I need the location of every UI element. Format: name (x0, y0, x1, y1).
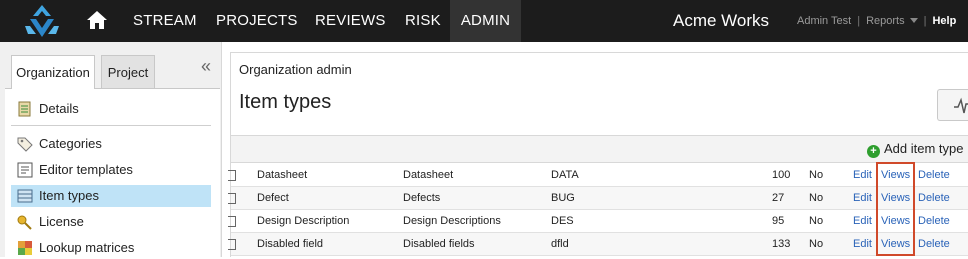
main-content: Organization admin Item types + Add item … (228, 52, 968, 257)
brand-name: Acme Works (673, 11, 770, 30)
sidebar-item-license[interactable]: License (11, 211, 211, 233)
cell-flag: No (809, 215, 824, 227)
table-row: Datasheet Datasheet DATA 100 No Edit Vie… (228, 164, 968, 187)
delete-link[interactable]: Delete (918, 187, 950, 210)
details-icon (18, 101, 31, 117)
cell-count: 95 (772, 215, 785, 227)
cell-key: BUG (551, 192, 575, 204)
sidebar-item-lookup-matrices[interactable]: Lookup matrices (11, 237, 211, 259)
cell-plural: Datasheet (403, 169, 454, 181)
breadcrumb[interactable]: Organization admin (239, 62, 352, 77)
tag-icon (17, 137, 33, 152)
tab-organization[interactable]: Organization (11, 55, 95, 89)
table-row: Design Description Design Descriptions D… (228, 210, 968, 233)
views-link[interactable]: Views (881, 210, 910, 233)
user-links: Admin Test | Reports | Help (797, 15, 957, 27)
views-link[interactable]: Views (881, 164, 910, 187)
sidebar-item-label: Lookup matrices (39, 240, 135, 255)
delete-link[interactable]: Delete (918, 233, 950, 256)
home-icon[interactable] (86, 10, 108, 30)
item-type-icon (228, 239, 236, 250)
sidebar: Organization Project « Details Categorie… (0, 42, 222, 257)
edit-link[interactable]: Edit (853, 210, 872, 233)
cell-name: Datasheet (257, 169, 308, 181)
sidebar-item-editor-templates[interactable]: Editor templates (11, 159, 211, 181)
views-link[interactable]: Views (881, 187, 910, 210)
item-type-icon (228, 216, 236, 227)
cell-count: 27 (772, 192, 785, 204)
nav-projects[interactable]: PROJECTS (216, 0, 298, 42)
cell-key: dfld (551, 238, 569, 250)
sidebar-item-label: Editor templates (39, 162, 133, 177)
sidebar-item-label: Categories (39, 136, 102, 151)
add-icon: + (867, 145, 880, 158)
edit-link[interactable]: Edit (853, 164, 872, 187)
sidebar-panel: Details Categories Editor templates Item… (5, 88, 220, 257)
matrix-icon (18, 241, 32, 255)
cell-name: Disabled field (257, 238, 324, 250)
sidebar-item-item-types[interactable]: Item types (11, 185, 211, 207)
help-link[interactable]: Help (932, 15, 956, 27)
page-title: Item types (239, 91, 332, 113)
cell-key: DES (551, 215, 574, 227)
reports-menu[interactable]: Reports (866, 15, 905, 27)
delete-link[interactable]: Delete (918, 210, 950, 233)
sidebar-item-categories[interactable]: Categories (11, 133, 211, 155)
item-type-icon (228, 170, 236, 181)
table-row: Defect Defects BUG 27 No Edit Views Dele… (228, 187, 968, 210)
activity-icon (954, 97, 968, 114)
cell-count: 100 (772, 169, 791, 181)
activity-panel-button[interactable] (937, 89, 968, 121)
table-row: Disabled field Disabled fields dfld 133 … (228, 233, 968, 256)
cell-plural: Design Descriptions (403, 215, 501, 227)
cell-flag: No (809, 169, 824, 181)
sidebar-item-label: License (39, 214, 84, 229)
logo-icon[interactable] (22, 4, 62, 38)
sidebar-item-details[interactable]: Details (11, 98, 211, 120)
nav-reviews[interactable]: REVIEWS (315, 0, 386, 42)
cell-key: DATA (551, 169, 579, 181)
edit-link[interactable]: Edit (853, 187, 872, 210)
key-icon (17, 215, 32, 230)
divider (11, 125, 211, 126)
nav-risk[interactable]: RISK (405, 0, 441, 42)
nav-stream[interactable]: STREAM (133, 0, 197, 42)
cell-count: 133 (772, 238, 791, 250)
sidebar-item-label: Details (39, 101, 79, 116)
delete-link[interactable]: Delete (918, 164, 950, 187)
item-type-icon (228, 193, 236, 204)
user-name-link[interactable]: Admin Test (797, 15, 851, 27)
cell-flag: No (809, 192, 824, 204)
template-icon (17, 162, 33, 178)
top-nav: STREAM PROJECTS REVIEWS RISK ADMIN Acme … (0, 0, 968, 42)
cell-plural: Disabled fields (403, 238, 475, 250)
cell-flag: No (809, 238, 824, 250)
edit-link[interactable]: Edit (853, 233, 872, 256)
views-link[interactable]: Views (881, 233, 910, 256)
chevron-down-icon[interactable] (909, 18, 918, 23)
add-item-type-button[interactable]: + Add item type (867, 141, 964, 158)
cell-name: Defect (257, 192, 289, 204)
tab-project[interactable]: Project (101, 55, 155, 88)
sidebar-item-label: Item types (39, 188, 99, 203)
table-toolbar: + Add item type (231, 135, 968, 163)
cell-plural: Defects (403, 192, 441, 204)
collapse-sidebar-icon[interactable]: « (201, 56, 211, 77)
nav-admin[interactable]: ADMIN (450, 0, 521, 42)
add-item-type-label: Add item type (884, 141, 964, 156)
cell-name: Design Description (257, 215, 350, 227)
item-types-icon (17, 189, 33, 203)
